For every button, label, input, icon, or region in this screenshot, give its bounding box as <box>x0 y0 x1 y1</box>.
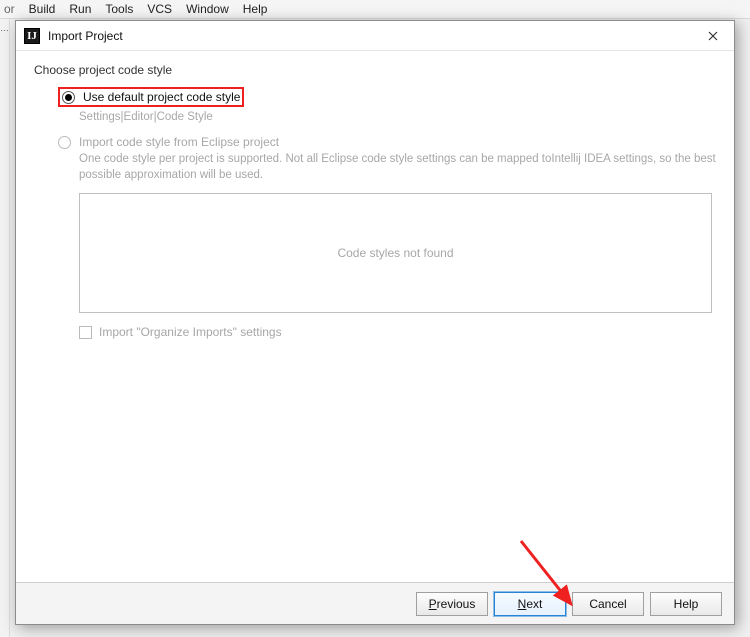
import-project-dialog: IJ Import Project Choose project code st… <box>15 20 735 625</box>
menu-window[interactable]: Window <box>179 0 236 18</box>
ide-sidebar-gutter: … <box>0 19 10 637</box>
ide-menubar: or Build Run Tools VCS Window Help <box>0 0 750 19</box>
radio-use-default-label[interactable]: Use default project code style <box>83 90 240 104</box>
menu-build[interactable]: Build <box>22 0 63 18</box>
help-button[interactable]: Help <box>650 592 722 616</box>
radio-import-eclipse[interactable] <box>58 136 71 149</box>
menu-tools[interactable]: Tools <box>98 0 140 18</box>
radio-use-default[interactable] <box>62 91 75 104</box>
annotation-highlight: Use default project code style <box>58 87 244 107</box>
option2-hint: One code style per project is supported.… <box>79 151 716 183</box>
code-styles-listbox[interactable]: Code styles not found <box>79 193 712 313</box>
intellij-icon: IJ <box>24 28 40 44</box>
menu-vcs[interactable]: VCS <box>140 0 179 18</box>
dialog-content: Choose project code style Use default pr… <box>16 51 734 582</box>
checkbox-organize-imports[interactable] <box>79 326 92 339</box>
option1-hint: Settings|Editor|Code Style <box>79 109 716 125</box>
next-button[interactable]: Next <box>494 592 566 616</box>
collapse-icon: … <box>0 23 9 33</box>
radio-import-eclipse-label[interactable]: Import code style from Eclipse project <box>79 135 279 149</box>
dialog-titlebar[interactable]: IJ Import Project <box>16 21 734 51</box>
menu-help[interactable]: Help <box>236 0 275 18</box>
previous-button[interactable]: Previous <box>416 592 488 616</box>
close-button[interactable] <box>700 25 726 47</box>
cancel-button[interactable]: Cancel <box>572 592 644 616</box>
checkbox-organize-imports-label[interactable]: Import "Organize Imports" settings <box>99 325 282 339</box>
page-heading: Choose project code style <box>34 63 716 77</box>
listbox-placeholder: Code styles not found <box>337 246 453 260</box>
menu-run[interactable]: Run <box>62 0 98 18</box>
dialog-buttonbar: Previous Next Cancel Help <box>16 582 734 624</box>
menubar-prefix: or <box>4 0 22 18</box>
dialog-title: Import Project <box>48 29 700 43</box>
